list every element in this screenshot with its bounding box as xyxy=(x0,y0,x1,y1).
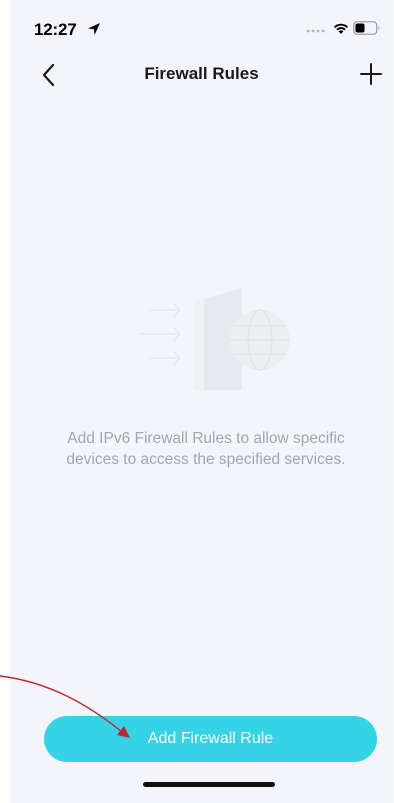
wifi-icon xyxy=(333,23,349,34)
location-icon xyxy=(88,23,100,35)
status-bar: 12:27 xyxy=(10,0,393,48)
plus-icon[interactable] xyxy=(358,60,384,88)
status-time: 12:27 xyxy=(34,20,77,39)
battery-icon xyxy=(353,21,380,35)
annotation-arrow xyxy=(0,675,130,738)
empty-state-message: Add IPv6 Firewall Rules to allow specifi… xyxy=(66,430,346,468)
home-indicator xyxy=(143,782,275,787)
app-window: 12:27 Firewall Rules Add IPv6 Firewall R… xyxy=(0,0,394,803)
firewall-illustration xyxy=(139,288,290,390)
navigation-bar: Firewall Rules xyxy=(10,52,393,96)
page-title: Firewall Rules xyxy=(144,64,259,83)
signal-dots-icon xyxy=(306,29,325,33)
